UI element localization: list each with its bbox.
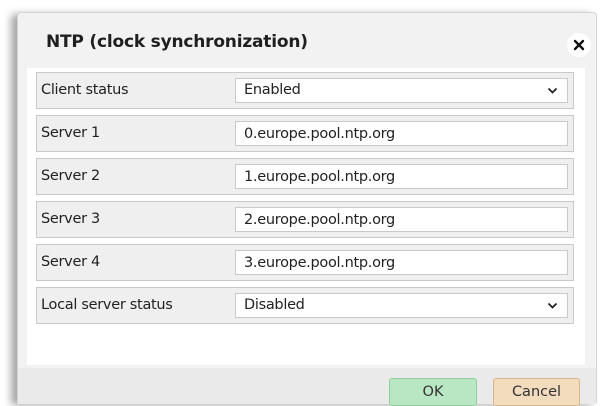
local-server-status-value: Disabled [244, 297, 305, 313]
dialog-title: NTP (clock synchronization) [46, 32, 308, 52]
row-server-2: Server 2 [36, 158, 574, 195]
server-1-input[interactable] [236, 122, 567, 145]
row-server-3: Server 3 [36, 201, 574, 238]
server-4-field-box [235, 250, 568, 275]
ok-button[interactable]: OK [389, 378, 477, 406]
dialog-footer: OK Cancel [18, 368, 596, 406]
ntp-dialog: NTP (clock synchronization) Client statu… [17, 12, 597, 406]
server-3-field-box [235, 207, 568, 232]
row-client-status: Client status Enabled [36, 72, 574, 109]
server-1-field-box [235, 121, 568, 146]
server-3-label: Server 3 [41, 211, 100, 227]
row-server-4: Server 4 [36, 244, 574, 281]
close-icon [573, 39, 585, 51]
server-4-input[interactable] [236, 251, 567, 274]
chevron-down-icon [547, 302, 558, 309]
server-1-label: Server 1 [41, 125, 100, 141]
server-3-input[interactable] [236, 208, 567, 231]
settings-panel: Client status Enabled Server 1 Server 2 [27, 68, 585, 365]
close-button[interactable] [567, 33, 591, 57]
local-server-status-select[interactable]: Disabled [235, 293, 568, 318]
server-4-label: Server 4 [41, 254, 100, 270]
client-status-select[interactable]: Enabled [235, 78, 568, 103]
row-local-server-status: Local server status Disabled [36, 287, 574, 324]
chevron-down-icon [547, 87, 558, 94]
server-2-input[interactable] [236, 165, 567, 188]
dialog-header: NTP (clock synchronization) [18, 13, 596, 75]
client-status-label: Client status [41, 82, 129, 98]
client-status-value: Enabled [244, 82, 301, 98]
server-2-field-box [235, 164, 568, 189]
row-server-1: Server 1 [36, 115, 574, 152]
local-server-status-label: Local server status [41, 297, 173, 313]
cancel-button[interactable]: Cancel [493, 378, 580, 406]
server-2-label: Server 2 [41, 168, 100, 184]
